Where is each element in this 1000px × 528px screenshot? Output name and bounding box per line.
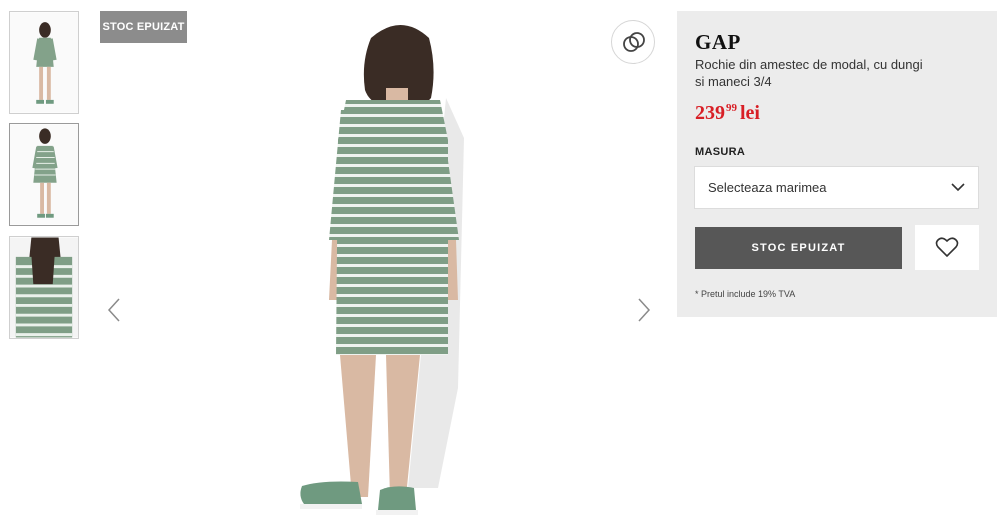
- thumbnail-image: [10, 12, 78, 113]
- previous-image-button[interactable]: [105, 297, 125, 323]
- chevron-down-icon: [951, 183, 965, 192]
- main-product-image: [96, 8, 666, 526]
- share-icon: [623, 32, 645, 52]
- wishlist-button[interactable]: [915, 225, 979, 270]
- thumbnail-image: [10, 124, 78, 225]
- size-select[interactable]: Selecteaza marimea: [694, 166, 979, 209]
- out-of-stock-badge: STOC EPUIZAT: [100, 11, 187, 43]
- product-info-panel: GAP Rochie din amestec de modal, cu dung…: [677, 11, 997, 317]
- thumbnail-detail[interactable]: [9, 236, 79, 339]
- share-button[interactable]: [611, 20, 655, 64]
- price-decimals: 99: [726, 102, 737, 114]
- product-title: Rochie din amestec de modal, cu dungi si…: [695, 57, 923, 89]
- vat-note: * Pretul include 19% TVA: [695, 289, 796, 299]
- brand-name: GAP: [695, 30, 741, 54]
- chevron-right-icon: [638, 298, 651, 322]
- out-of-stock-button[interactable]: STOC EPUIZAT: [695, 227, 902, 269]
- thumbnail-front[interactable]: [9, 11, 79, 114]
- price-integer: 239: [695, 102, 725, 124]
- price-currency: lei: [740, 102, 760, 124]
- thumbnail-image: [10, 237, 78, 338]
- size-select-value: Selecteaza marimea: [708, 180, 827, 195]
- size-label: MASURA: [695, 146, 746, 158]
- next-image-button[interactable]: [633, 297, 653, 323]
- heart-icon: [935, 237, 959, 257]
- chevron-left-icon: [107, 298, 120, 322]
- thumbnail-back[interactable]: [9, 123, 79, 226]
- product-price: 23999 lei: [695, 102, 760, 125]
